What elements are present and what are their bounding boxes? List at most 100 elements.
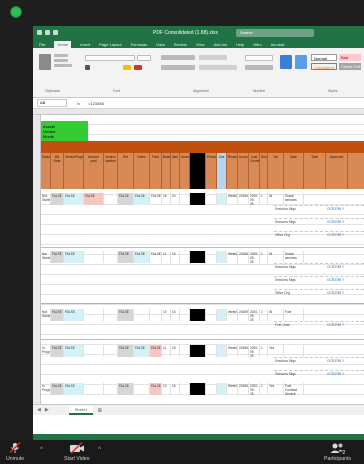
style-check-cell[interactable]: Check Cell (339, 63, 361, 70)
header-cell[interactable]: Account (238, 153, 249, 189)
sheet-tab[interactable]: Sheet1 (68, 405, 94, 415)
cell-date[interactable]: 2020-09-25 (249, 383, 260, 395)
sub-row[interactable]: Office Chg OCR3789 Y (274, 231, 364, 244)
sub-cell[interactable]: Office Chg (274, 232, 308, 244)
insert-function-icon[interactable]: fx (77, 101, 80, 106)
header-cell[interactable]: Approved (326, 153, 348, 189)
sub-cell[interactable]: Sessions Mtgs (274, 264, 308, 276)
cell-payee[interactable]: FALSE (64, 309, 84, 321)
cell-tag[interactable]: IN (268, 251, 284, 263)
search-box[interactable]: Search (236, 28, 315, 37)
sub-cell-link[interactable]: OCR3789 Y (326, 219, 360, 231)
cell-date[interactable]: 2020-09-25 (249, 309, 260, 321)
cell-empty[interactable] (104, 345, 118, 357)
header-cell[interactable]: Total (304, 153, 326, 189)
cell-empty[interactable] (104, 383, 118, 395)
merge-center-button[interactable] (199, 65, 237, 70)
sub-cell[interactable]: Fuel Order (274, 322, 308, 334)
cell-account[interactable]: 234569 (238, 345, 249, 357)
cell-number[interactable]: 18 (162, 193, 171, 205)
cell-notes[interactable]: FALSE (134, 345, 150, 357)
cell-ref[interactable]: FALSE (118, 309, 134, 321)
sub-cell-link[interactable]: OCR3789 Y (326, 371, 360, 383)
cell-number[interactable]: 20 (171, 193, 180, 205)
header-cell[interactable]: Item (171, 153, 180, 189)
cell-empty[interactable] (104, 309, 118, 321)
header-cell[interactable]: Vendor/Payee (64, 153, 84, 189)
sub-row[interactable]: Sessions Mtgs OCR3789 Y (274, 357, 364, 370)
cell-department[interactable]: Fuel (284, 309, 304, 321)
cell-ref[interactable]: FALSE (118, 251, 134, 263)
cell-empty[interactable] (134, 383, 150, 395)
cell-number[interactable]: 16 (171, 383, 180, 395)
cell-empty[interactable] (84, 309, 104, 321)
header-cell-dark[interactable] (190, 153, 206, 189)
participants-button[interactable]: 2 Participants (324, 442, 351, 462)
cell-schedule[interactable]: Weekly (227, 309, 238, 321)
name-box[interactable]: AB (37, 99, 67, 107)
worksheet-grid[interactable]: Assets Vendor Month Status Bill Date Ven… (33, 109, 364, 415)
cell-empty[interactable] (206, 309, 217, 321)
cell-empty[interactable] (84, 345, 104, 357)
cell-payee[interactable]: FALSE (64, 251, 84, 263)
sub-cell[interactable]: Sessions Mtgs (274, 219, 308, 231)
cell-payee[interactable]: FALSE (64, 345, 84, 357)
sub-cell[interactable]: Office Chg (274, 290, 308, 302)
header-cell[interactable]: Tax (268, 153, 284, 189)
cut-button[interactable] (54, 54, 68, 57)
cell-empty[interactable] (84, 251, 104, 263)
sub-row[interactable]: Sessions Mtgs OCR3789 Y (274, 263, 364, 276)
cell-empty[interactable] (150, 309, 162, 321)
cell-empty[interactable] (180, 309, 190, 321)
header-cell[interactable]: Bill Date (51, 153, 64, 189)
formula-input[interactable]: =123456 (88, 101, 104, 106)
cell-qty[interactable]: 1 (260, 345, 268, 357)
header-cell[interactable]: Invoice number (104, 153, 118, 189)
cell-qty[interactable]: 1 (260, 309, 268, 321)
cell-qty[interactable]: 1 (260, 383, 268, 395)
sub-cell-link[interactable]: OCR3789 Y (326, 232, 360, 244)
cell-status[interactable]: In Progress (41, 345, 51, 357)
cell-schedule[interactable]: Weekly (227, 383, 238, 395)
cell-redacted[interactable] (190, 345, 206, 357)
sub-cell-link[interactable]: OCR3789 Y (326, 277, 360, 289)
cell-ref[interactable]: FALSE (118, 193, 134, 205)
header-cell[interactable]: Status (41, 153, 51, 189)
header-cell[interactable]: Department (260, 153, 268, 189)
row-headers[interactable] (33, 115, 41, 415)
cell-notes[interactable]: FALSE (134, 193, 150, 205)
cell-bill-date[interactable]: FALSE (51, 251, 64, 263)
cell-tag[interactable]: IN (268, 193, 284, 205)
cell-number[interactable]: 10 (162, 383, 171, 395)
style-normal[interactable]: Normal (311, 54, 337, 61)
copy-button[interactable] (54, 59, 68, 62)
cell-account[interactable]: 234569 (238, 193, 249, 205)
cell-empty[interactable] (134, 309, 150, 321)
sub-row[interactable]: Office Chg OCR3789 Y (274, 289, 364, 302)
sub-cell-link[interactable]: OCR3789 Y (326, 264, 360, 276)
sub-cell-link[interactable]: OCR3789 Y (326, 322, 360, 334)
cell-due[interactable] (217, 193, 227, 205)
cell-empty[interactable] (206, 193, 217, 205)
cell-date[interactable]: 2020-09-25 (249, 193, 260, 205)
audio-options-caret-icon[interactable]: ^ (40, 447, 43, 453)
sub-cell[interactable]: Sessions Mtgs (274, 277, 308, 289)
header-cell[interactable]: Received (227, 153, 238, 189)
cell-number[interactable]: 11 (162, 251, 171, 263)
cell-number[interactable]: 11 (162, 345, 171, 357)
header-cell[interactable]: Paid (150, 153, 162, 189)
cell-account[interactable]: 234590 (238, 309, 249, 321)
cell-number[interactable]: 15 (171, 251, 180, 263)
cell-account[interactable]: 234560 (238, 251, 249, 263)
header-cell[interactable]: Balance (162, 153, 171, 189)
cell-department[interactable]: Social services (284, 251, 304, 263)
orange-banner-row[interactable] (41, 141, 364, 153)
sub-cell-link[interactable]: OCR3789 Y (326, 206, 360, 218)
cell-paid[interactable]: FALSE (150, 383, 162, 395)
header-cell[interactable]: Period (206, 153, 217, 189)
font-size-dropdown[interactable] (137, 55, 151, 61)
cell-redacted[interactable] (190, 383, 206, 395)
cell-empty[interactable] (206, 345, 217, 357)
percent-style-buttons[interactable] (245, 65, 273, 70)
sub-row[interactable]: Sessions Mtgs OCR3789 Y (274, 370, 364, 383)
